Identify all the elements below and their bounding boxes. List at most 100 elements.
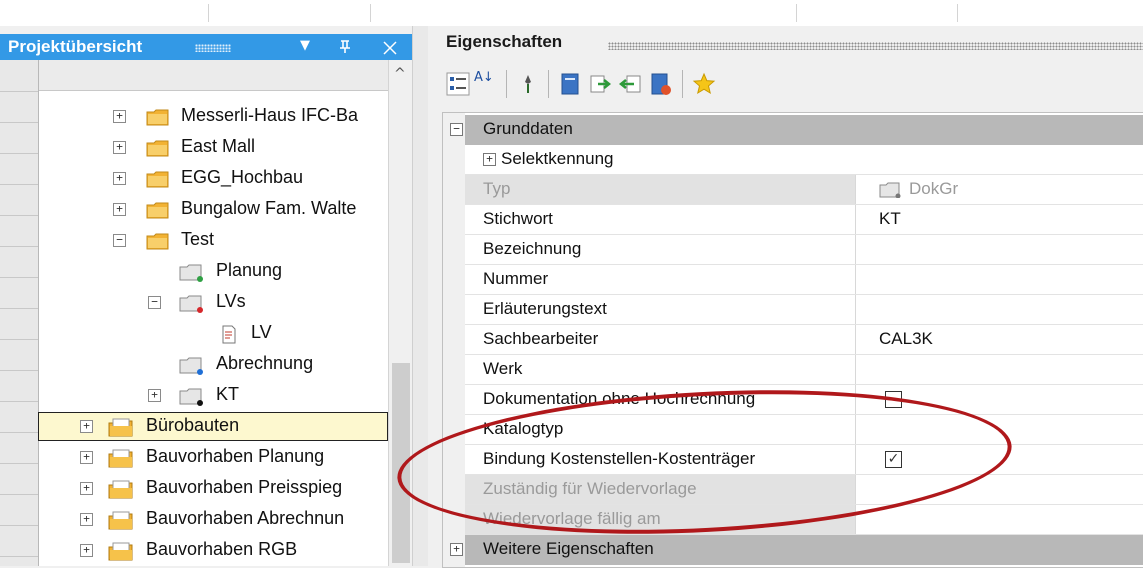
category-weitere-eigenschaften[interactable]: + Weitere Eigenschaften [450,535,1143,565]
pin-icon[interactable] [516,72,540,96]
collapse-icon[interactable]: − [450,123,463,136]
toolbar-separator [796,4,797,22]
categorized-icon[interactable] [446,72,470,96]
tree-node-bauvorhaben-preisspiegel[interactable]: + Bauvorhaben Preisspieg [0,474,388,504]
property-label: Zuständig für Wiedervorlage [483,479,697,498]
tree-node-bauvorhaben-planung[interactable]: + Bauvorhaben Planung [0,443,388,473]
panel-title: Projektübersicht [8,37,143,56]
property-label: Stichwort [483,209,553,228]
properties-title: Eigenschaften [446,32,563,51]
tree-node-label: Test [181,229,215,249]
expand-icon[interactable]: + [113,203,126,216]
tree-scrollbar[interactable]: ^ [388,60,413,566]
tree-node-egg-hochbau[interactable]: + EGG_Hochbau [0,164,388,194]
tree-node-label: Bauvorhaben Abrechnun [146,508,345,528]
tree-header-row [39,60,388,91]
tree-node-messerli[interactable]: + Messerli-Haus IFC-Ba [0,102,388,132]
property-bezeichnung[interactable]: Bezeichnung [465,235,1143,265]
toolbar-separator [682,70,683,98]
property-label: Bindung Kostenstellen-Kostenträger [483,449,756,468]
tree-node-abrechnung[interactable]: Abrechnung [0,350,388,380]
star-icon[interactable] [692,72,716,96]
property-wiedervorlage-faellig-am: Wiedervorlage fällig am [465,505,1143,535]
scroll-up-icon[interactable]: ^ [394,66,406,82]
expand-icon[interactable]: + [80,513,93,526]
project-folder-icon [108,480,133,499]
sort-az-icon[interactable]: A↓ [474,71,498,96]
import-icon[interactable] [618,72,642,96]
document-icon [222,325,236,344]
expand-icon[interactable]: + [80,544,93,557]
property-label: Erläuterungstext [483,299,607,318]
doc-group-green-icon [179,264,203,282]
tree-node-label: East Mall [181,136,256,156]
property-selektkennung[interactable]: + Selektkennung [465,145,1143,175]
expand-icon[interactable]: + [113,172,126,185]
tree-node-test[interactable]: − Test [0,226,388,256]
toolbar-separator [506,70,507,98]
dropdown-icon[interactable]: ▼ [300,38,310,53]
expand-icon[interactable]: + [450,543,463,556]
property-value[interactable]: CAL3K [879,329,933,349]
expand-icon[interactable]: + [80,482,93,495]
expand-icon[interactable]: + [113,110,126,123]
doc-group-blue-icon [179,357,203,375]
tree-node-bauvorhaben-abrechnung[interactable]: + Bauvorhaben Abrechnun [0,505,388,535]
checkbox-unchecked[interactable] [885,391,902,408]
expand-icon[interactable]: + [80,420,93,433]
tree-node-kt[interactable]: + KT [0,381,388,411]
scrollbar-thumb[interactable] [392,363,410,563]
tree-node-label: KT [216,384,240,404]
property-stichwort[interactable]: Stichwort KT [465,205,1143,235]
folder-icon [146,140,169,157]
collapse-icon[interactable]: − [148,296,161,309]
properties-panel: Eigenschaften A↓ − Grunddaten + Selektke… [428,26,1143,568]
expand-icon[interactable]: + [483,153,496,166]
tree-node-label: LV [251,322,272,342]
tree-node-bauvorhaben-rgb[interactable]: + Bauvorhaben RGB [0,536,388,566]
property-label: Nummer [483,269,549,288]
property-katalogtyp[interactable]: Katalogtyp [465,415,1143,445]
export-icon[interactable] [588,72,612,96]
project-folder-icon [108,449,133,468]
tree-node-label: LVs [216,291,246,311]
tree-node-lvs[interactable]: − LVs [0,288,388,318]
doc-group-icon [879,182,901,198]
property-value: DokGr [909,179,959,198]
tree-node-lv[interactable]: LV [0,319,388,349]
tree-node-bungalow[interactable]: + Bungalow Fam. Walte [0,195,388,225]
category-grunddaten[interactable]: − Grunddaten [450,115,1143,145]
expand-icon[interactable]: + [80,451,93,464]
expand-icon[interactable]: + [113,141,126,154]
property-bindung-kostenstellen-kostentraeger[interactable]: Bindung Kostenstellen-Kostenträger ✓ [465,445,1143,475]
property-value[interactable]: KT [879,209,901,229]
project-folder-icon [108,542,133,561]
doc-group-black-icon [179,388,203,406]
tree-node-planung[interactable]: Planung [0,257,388,287]
property-label: Dokumentation ohne Hochrechnung [483,389,756,408]
tree-node-buerobauten[interactable]: + Bürobauten [0,412,388,442]
report-icon[interactable] [648,72,672,96]
property-nummer[interactable]: Nummer [465,265,1143,295]
property-erlaeuterungstext[interactable]: Erläuterungstext [465,295,1143,325]
property-sachbearbeiter[interactable]: Sachbearbeiter CAL3K [465,325,1143,355]
expand-icon[interactable]: + [148,389,161,402]
property-zustaendig-fuer-wiedervorlage: Zuständig für Wiedervorlage [465,475,1143,505]
page-icon[interactable] [558,72,582,96]
tree-node-east-mall[interactable]: + East Mall [0,133,388,163]
collapse-icon[interactable]: − [113,234,126,247]
checkbox-checked[interactable]: ✓ [885,451,902,468]
tree-node-label: Bauvorhaben Preisspieg [146,477,343,497]
titlebar-grip [195,44,231,52]
project-overview-titlebar[interactable]: Projektübersicht ▼ [0,34,412,60]
property-dokumentation-ohne-hochrechnung[interactable]: Dokumentation ohne Hochrechnung [465,385,1143,415]
property-werk[interactable]: Werk [465,355,1143,385]
pin-panel-icon[interactable] [338,40,352,54]
property-label: Werk [483,359,523,378]
close-panel-icon[interactable] [382,40,398,56]
property-label: Katalogtyp [483,419,564,438]
project-folder-icon [108,511,133,530]
tree-node-label: Abrechnung [216,353,314,373]
project-folder-icon [108,418,133,437]
property-typ: Typ DokGr [465,175,1143,205]
